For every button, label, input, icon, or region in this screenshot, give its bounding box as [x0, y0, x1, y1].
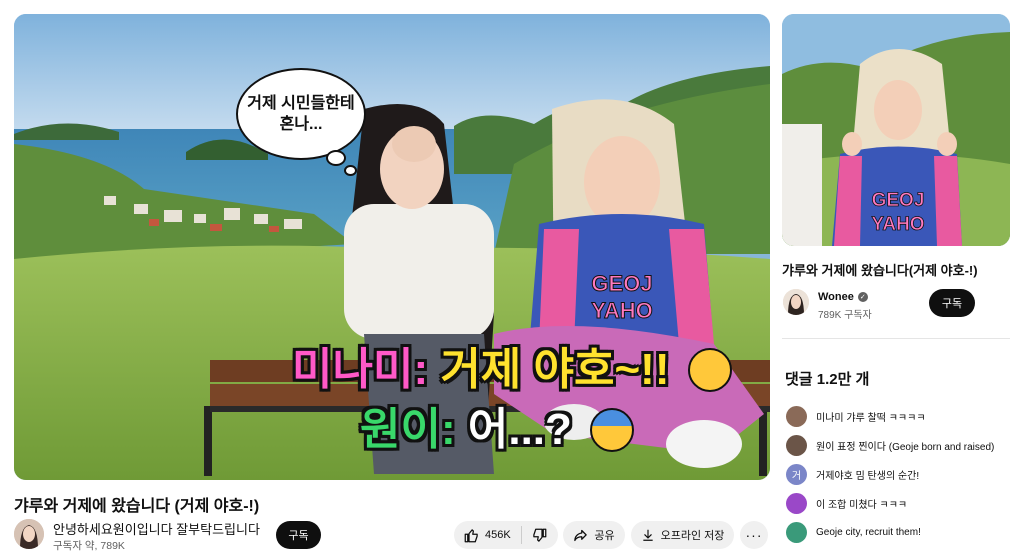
thumbs-down-icon	[532, 528, 547, 542]
channel-avatar[interactable]	[14, 519, 44, 549]
download-button[interactable]: 오프라인 저장	[631, 521, 734, 549]
subtitle-text: 거제 야호~!!	[440, 345, 670, 394]
subtitle-speaker: 미나미:	[292, 345, 429, 394]
subtitle-line-1: 미나미: 거제 야호~!!	[292, 348, 732, 392]
comment-text: 원이 표정 찐이다 (Geoje born and raised)	[816, 441, 995, 453]
thumbs-up-icon	[464, 528, 478, 542]
comment-avatar[interactable]	[786, 434, 807, 456]
related-subscribe-button[interactable]: 구독	[929, 289, 975, 317]
like-button[interactable]: 456K	[454, 521, 521, 549]
share-button[interactable]: 공유	[563, 521, 625, 549]
thumbnail-jersey-text-2: YAHO	[871, 214, 924, 235]
speech-bubble-tail	[326, 150, 346, 166]
jersey-text-line2: YAHO	[591, 298, 653, 323]
like-count: 456K	[485, 529, 511, 541]
thumbnail-jersey-text: GEOJ	[872, 190, 925, 211]
comment-item[interactable]: 거 거제야호 밈 탄생의 순간!	[786, 463, 919, 485]
comment-text: 미나미 갸루 찰떡 ㅋㅋㅋㅋ	[816, 412, 926, 424]
related-channel-name-row[interactable]: Wonee ✓	[818, 291, 868, 303]
related-video-title[interactable]: 갸루와 거제에 왔습니다(거제 야호-!)	[782, 260, 978, 279]
comment-text: 거제야호 밈 탄생의 순간!	[816, 470, 920, 482]
comment-item[interactable]: Geoje city, recruit them!	[786, 521, 921, 543]
comments-header: 댓글 1.2만 개	[785, 371, 870, 388]
subtitle-line-2: 원이: 어...?	[360, 405, 635, 454]
comment-item[interactable]: 미나미 갸루 찰떡 ㅋㅋㅋㅋ	[786, 405, 926, 427]
comment-item[interactable]: 이 조합 미쳤다 ㅋㅋㅋ	[786, 492, 907, 514]
comment-avatar[interactable]	[786, 405, 807, 427]
more-actions-button[interactable]: ···	[740, 521, 768, 549]
share-icon	[574, 529, 588, 541]
comment-text: 이 조합 미쳤다 ㅋㅋㅋ	[816, 499, 908, 511]
channel-subscriber-count: 구독자 약, 789K	[53, 540, 125, 552]
share-label: 공유	[594, 530, 615, 542]
speech-bubble-line2: 혼나...	[279, 116, 323, 133]
related-video-thumbnail[interactable]: GEOJ YAHO	[782, 14, 1010, 246]
subtitle-speaker: 원이:	[360, 405, 456, 454]
related-channel-avatar[interactable]	[783, 289, 809, 315]
thumbnail-scene: GEOJ YAHO	[782, 14, 1010, 246]
speech-bubble-tail-small	[344, 165, 357, 176]
subscribe-button[interactable]: 구독	[276, 521, 321, 549]
verified-check-icon: ✓	[857, 292, 868, 302]
download-icon	[642, 529, 653, 541]
related-channel-name: Wonee	[818, 291, 854, 303]
comment-text: Geoje city, recruit them!	[816, 526, 921, 538]
dislike-button[interactable]	[522, 521, 557, 549]
comment-avatar[interactable]: 거	[786, 463, 807, 485]
party-face-emoji-icon	[687, 348, 732, 392]
comment-item[interactable]: 원이 표정 찐이다 (Geoje born and raised)	[786, 434, 994, 456]
speech-bubble: 거제 시민들한테 혼나...	[236, 68, 366, 160]
video-title: 갸루와 거제에 왔습니다 (거제 야호-!)	[14, 498, 260, 515]
comment-avatar[interactable]	[786, 521, 807, 543]
channel-name[interactable]: 안녕하세요원이입니다 잘부탁드립니다	[53, 519, 260, 538]
subtitle-text: 어...?	[467, 405, 572, 454]
jersey-text-line1: GEOJ	[591, 271, 652, 296]
comment-avatar[interactable]	[786, 492, 807, 514]
video-player[interactable]: GEOJ YAHO 거제 시민들한테 혼나... 미나미: 거제 야호~!! 원…	[14, 14, 770, 480]
section-divider	[782, 338, 1010, 339]
anxious-sweat-emoji-icon	[590, 408, 635, 452]
download-label: 오프라인 저장	[660, 530, 725, 542]
speech-bubble-line1: 거제 시민들한테	[247, 95, 355, 112]
like-dislike-group: 456K	[454, 521, 558, 549]
related-channel-subscribers: 789K 구독자	[818, 310, 872, 321]
